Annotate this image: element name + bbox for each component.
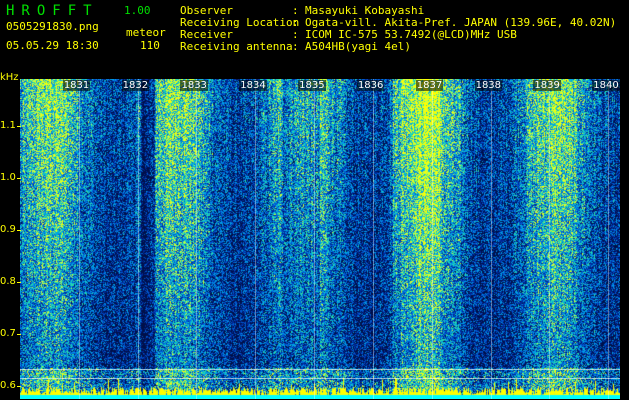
time-gridline xyxy=(372,79,374,399)
mode-label: meteor xyxy=(126,26,166,39)
app-version: 1.00 xyxy=(124,4,151,17)
reference-line xyxy=(20,369,620,370)
y-tick-label: 0.6 xyxy=(0,379,16,391)
spectrogram xyxy=(20,79,620,399)
antenna-colon: : xyxy=(292,40,299,53)
time-label: 1838 xyxy=(474,80,503,91)
spectrogram-canvas xyxy=(20,79,620,399)
time-gridline xyxy=(137,79,139,399)
y-tick-mark xyxy=(17,177,21,179)
app-logo: HROFFT xyxy=(6,3,99,19)
antenna-label: Receiving antenna xyxy=(180,40,293,53)
time-label: 1840 xyxy=(592,80,620,91)
time-label: 1833 xyxy=(180,80,208,91)
time-label: 1835 xyxy=(298,80,326,91)
antenna-value: A504HB(yagi 4el) xyxy=(305,40,411,53)
time-gridline xyxy=(196,79,198,399)
time-label: 1832 xyxy=(121,80,150,91)
time-label: 1836 xyxy=(356,80,385,91)
time-gridline xyxy=(490,79,492,399)
time-gridline xyxy=(431,79,433,399)
capture-datetime: 05.05.29 18:30 xyxy=(6,39,99,52)
time-gridline xyxy=(314,79,316,399)
y-tick-label: 1.0 xyxy=(0,171,16,183)
y-tick-label: 0.8 xyxy=(0,275,16,287)
reference-line xyxy=(20,378,620,379)
time-label: 1839 xyxy=(533,80,561,91)
time-gridline xyxy=(78,79,80,399)
time-gridline xyxy=(608,79,610,399)
y-tick-label: 0.7 xyxy=(0,327,16,339)
time-gridline xyxy=(255,79,257,399)
time-label: 1834 xyxy=(239,80,267,91)
y-axis-unit: kHz xyxy=(0,72,19,83)
y-tick-mark xyxy=(17,385,21,387)
time-label: 1831 xyxy=(62,80,91,91)
hrofft-window: HROFFT 1.00 0505291830.png meteor 05.05.… xyxy=(0,0,629,400)
file-name: 0505291830.png xyxy=(6,20,99,33)
time-gridline xyxy=(549,79,551,399)
meteor-count: 110 xyxy=(140,39,160,52)
y-tick-mark xyxy=(17,281,21,283)
time-label: 1837 xyxy=(415,80,444,91)
y-tick-mark xyxy=(17,333,21,335)
y-tick-mark xyxy=(17,125,21,127)
y-tick-mark xyxy=(17,229,21,231)
y-tick-label: 1.1 xyxy=(0,119,16,131)
y-tick-label: 0.9 xyxy=(0,223,16,235)
